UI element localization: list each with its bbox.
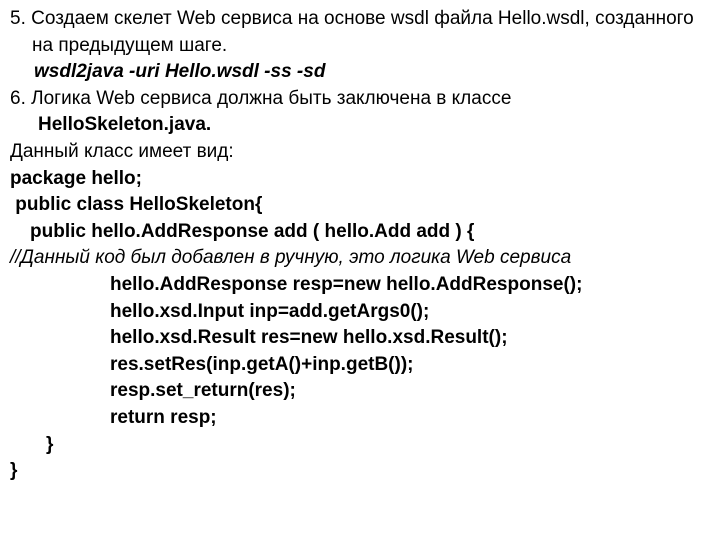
- code-package: package hello;: [10, 166, 710, 193]
- code-line-3: hello.xsd.Result res=new hello.xsd.Resul…: [10, 325, 710, 352]
- wsdl-command: wsdl2java -uri Hello.wsdl -ss -sd: [10, 59, 710, 86]
- class-description: Данный класс имеет вид:: [10, 139, 710, 166]
- code-line-5: resp.set_return(res);: [10, 378, 710, 405]
- code-line-4: res.setRes(inp.getA()+inp.getB());: [10, 352, 710, 379]
- code-line-6: return resp;: [10, 405, 710, 432]
- code-line-2: hello.xsd.Input inp=add.getArgs0();: [10, 299, 710, 326]
- code-close-brace-outer: }: [10, 458, 710, 485]
- class-name-ref: HelloSkeleton.java.: [10, 112, 710, 139]
- step-6-text: 6. Логика Web сервиса должна быть заключ…: [10, 86, 710, 113]
- code-close-brace-inner: }: [10, 432, 710, 459]
- code-comment: //Данный код был добавлен в ручную, это …: [10, 245, 710, 272]
- code-line-1: hello.AddResponse resp=new hello.AddResp…: [10, 272, 710, 299]
- code-class-decl: public class HelloSkeleton{: [10, 192, 710, 219]
- code-method-decl: public hello.AddResponse add ( hello.Add…: [10, 219, 710, 246]
- step-5-text: 5. Создаем скелет Web сервиса на основе …: [10, 6, 710, 59]
